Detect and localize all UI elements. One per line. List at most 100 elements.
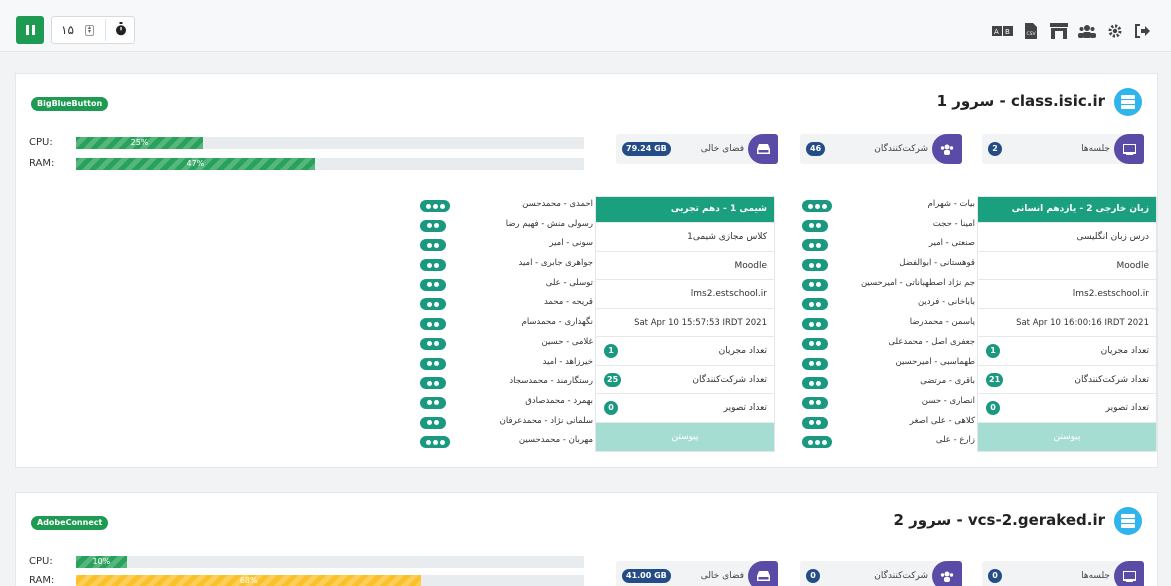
- participant-row: سلمانی نژاد - محمدعرفان: [414, 413, 595, 433]
- disk-free-value: 79.24 GB: [622, 142, 671, 156]
- disk-label: فضای خالی: [700, 571, 744, 581]
- participants-label: شرکت‌کنندگان: [874, 144, 928, 154]
- participant-row: قوهستانی - ابوالفضل: [796, 255, 977, 275]
- scrollbar[interactable]: [792, 198, 795, 318]
- meeting-host: lms2.estschool.ir: [596, 280, 774, 309]
- video-label: تعداد تصویر: [1105, 403, 1149, 413]
- headset-user-icon: [802, 357, 828, 370]
- sessions-label: جلسه‌ها: [1081, 144, 1110, 154]
- meeting-panel: شیمی 1 - دهم تجربی کلاس مجازی شیمی1 Mood…: [595, 196, 775, 452]
- participant-row: غلامی - حسین: [414, 334, 595, 354]
- moderators-label: تعداد مجریان: [1100, 346, 1149, 356]
- platform-badge: AdobeConnect: [31, 516, 109, 530]
- scrollbar[interactable]: [410, 198, 413, 318]
- participants-count: 46: [806, 142, 826, 156]
- ram-meter: 68%: [76, 575, 584, 586]
- meeting-created: Sat Apr 10 15:57:53 IRDT 2021: [596, 309, 774, 337]
- participant-name: کلاهی - علی اصغر: [909, 415, 975, 426]
- join-button[interactable]: پیوستن: [596, 422, 774, 451]
- server-icon: [1114, 507, 1142, 535]
- headset-user-icon: [420, 377, 446, 390]
- cpu-percent-text: 25%: [130, 138, 149, 147]
- participant-row: رستگارمند - محمدسجاد: [414, 373, 595, 393]
- headset-user-icon: [802, 318, 828, 331]
- meeting-name: زبان خارجی 2 - یازدهم انسانی: [978, 197, 1156, 223]
- meeting-origin: Moodle: [978, 252, 1156, 280]
- users-icon: [932, 134, 962, 164]
- logout-icon[interactable]: [1129, 20, 1157, 42]
- platform-badge: BigBlueButton: [31, 97, 109, 111]
- participant-row: مهربان - محمدحسین: [414, 432, 595, 452]
- moderators-row: تعداد مجریان 1: [596, 337, 774, 366]
- participant-list[interactable]: بیات - شهرام امینا - حجت صنعتی - امیر قوهست…: [792, 196, 977, 468]
- participants-row: تعداد شرکت‌کنندگان 25: [596, 366, 774, 394]
- server-card: AdobeConnect vcs-2.geraked.ir - سرور 2 C…: [15, 492, 1158, 586]
- participants-count: 21: [986, 372, 1004, 387]
- headset-user-icon: [802, 396, 828, 409]
- pause-icon: [25, 25, 29, 35]
- refresh-interval-value[interactable]: ۱۵: [61, 23, 74, 37]
- sessions-label: جلسه‌ها: [1081, 571, 1110, 581]
- cpu-label: CPU:: [29, 137, 53, 148]
- participant-name: طهماسبی - امیرحسین: [895, 356, 975, 367]
- participant-row: جعفری اصل - محمدعلی: [796, 334, 977, 354]
- users-icon[interactable]: [1073, 20, 1101, 42]
- participant-name: جعفری اصل - محمدعلی: [888, 336, 975, 347]
- hard-drive-icon: [748, 134, 778, 164]
- video-count: 0: [986, 401, 1000, 415]
- settings-icon[interactable]: [1101, 20, 1129, 42]
- participant-name: احمدی - محمدحسن: [522, 199, 593, 209]
- participants-label: تعداد شرکت‌کنندگان: [692, 374, 767, 385]
- headset-user-icon: [802, 200, 832, 212]
- participant-name: غلامی - حسین: [541, 336, 594, 347]
- top-icon-group: AB CSV: [989, 20, 1157, 42]
- participant-row: قریحه - محمد: [414, 294, 595, 314]
- participant-name: زارع - علی: [935, 435, 975, 446]
- spinner-icon[interactable]: ▴ ▾: [85, 25, 94, 36]
- headset-user-icon: [420, 436, 450, 449]
- svg-text:A: A: [994, 28, 999, 36]
- cpu-label: CPU:: [29, 556, 53, 567]
- video-count: 0: [604, 401, 618, 415]
- headset-user-icon: [420, 298, 446, 311]
- meeting-host: lms2.estschool.ir: [978, 280, 1156, 309]
- headset-user-icon: [802, 239, 828, 252]
- meeting-name: شیمی 1 - دهم تجربی: [596, 197, 774, 223]
- headset-user-icon: [802, 219, 828, 232]
- meeting-origin: Moodle: [596, 252, 774, 280]
- participant-row: زارع - علی: [796, 432, 977, 452]
- participants-label: شرکت‌کنندگان: [874, 571, 928, 581]
- store-icon[interactable]: [1045, 20, 1073, 42]
- participants-count: 25: [604, 372, 622, 387]
- headset-user-icon: [802, 259, 828, 272]
- stopwatch-icon[interactable]: [115, 22, 127, 36]
- participant-name: مهربان - محمدحسین: [518, 435, 593, 446]
- headset-user-icon: [420, 416, 446, 429]
- disk-label: فضای خالی: [700, 144, 744, 154]
- language-icon[interactable]: AB: [989, 20, 1017, 42]
- headset-user-icon: [420, 259, 446, 272]
- participant-name: قوهستانی - ابوالفضل: [899, 258, 975, 269]
- participant-row: رسولی منش - فهیم رضا: [414, 216, 595, 236]
- headset-user-icon: [802, 298, 828, 311]
- participant-row: سونی - امیر: [414, 235, 595, 255]
- participant-row: انصاری - حسن: [796, 393, 977, 413]
- participant-row: بیات - شهرام: [796, 196, 977, 216]
- ram-meter-fill: 68%: [76, 575, 422, 586]
- pause-button[interactable]: [16, 16, 44, 44]
- csv-icon[interactable]: CSV: [1017, 20, 1045, 42]
- participant-row: جواهری جابری - امید: [414, 255, 595, 275]
- headset-user-icon: [802, 416, 828, 429]
- participants-stat: شرکت‌کنندگان 46: [800, 134, 962, 164]
- participant-row: نگهداری - محمدسام: [414, 314, 595, 334]
- sessions-count: 0: [988, 569, 1002, 583]
- disk-free-value: 41.00 GB: [622, 569, 671, 583]
- join-button[interactable]: پیوستن: [978, 422, 1156, 451]
- video-label: تعداد تصویر: [723, 403, 767, 413]
- participant-name: رستگارمند - محمدسجاد: [509, 376, 593, 387]
- sessions-stat: جلسه‌ها 0: [982, 561, 1144, 586]
- participant-row: طهماسبی - امیرحسین: [796, 354, 977, 374]
- headset-user-icon: [420, 219, 446, 232]
- participant-list[interactable]: احمدی - محمدحسن رسولی منش - فهیم رضا سونی …: [410, 196, 595, 468]
- ram-percent-text: 47%: [186, 159, 205, 168]
